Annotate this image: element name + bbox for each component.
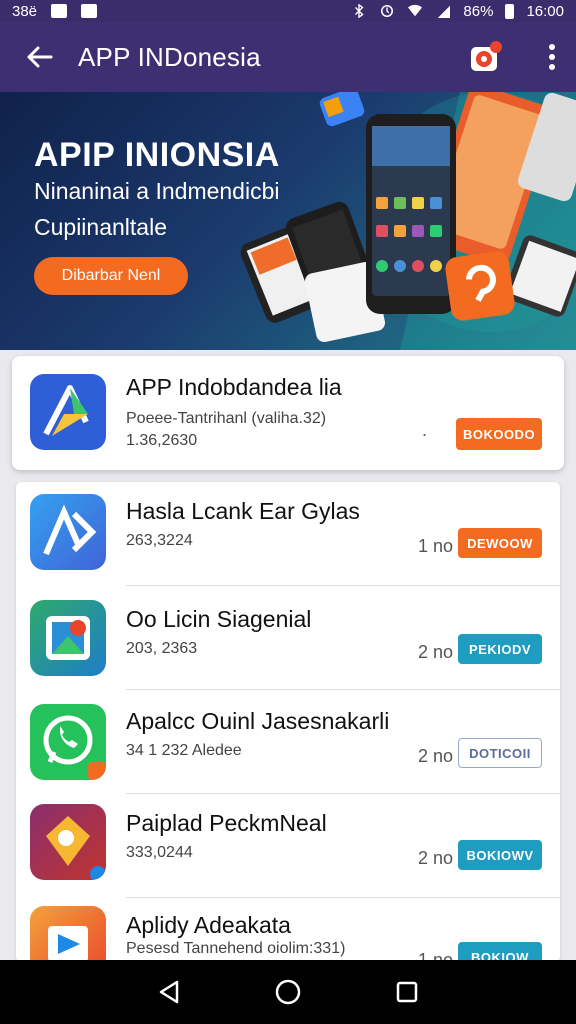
nav-home-button[interactable] (268, 972, 308, 1012)
bluetooth-icon (355, 4, 364, 18)
featured-app-stats: 1.36,2630 (126, 432, 198, 449)
more-vert-icon (549, 44, 555, 70)
app-icon-a (30, 494, 106, 570)
banner-subtitle-2: Cupiinanltale (34, 214, 167, 240)
status-bar: 38ë 86% 16:00 (0, 0, 576, 22)
app-row[interactable]: Paiplad PeckmNeal 333,0244 2 no BOKIOWV (16, 794, 560, 898)
app-name: Hasla Lcank Ear Gylas (126, 498, 360, 524)
wifi-icon (408, 4, 423, 17)
square-recents-icon (396, 981, 417, 1003)
overflow-menu-button[interactable] (528, 22, 576, 92)
featured-app-card[interactable]: APP Indobdandea lia Poeee-Tantrihanl (va… (12, 356, 564, 470)
app-stats: 34 1 232 Aledee (126, 742, 242, 759)
install-button[interactable]: DEWOOW (458, 528, 542, 558)
nav-back-button[interactable] (149, 972, 189, 1012)
app-row[interactable]: Aplidy Adeakata Pesesd Tannehend oiolim:… (16, 896, 560, 962)
featured-app-name: APP Indobdandea lia (126, 374, 342, 400)
system-nav-bar (0, 960, 576, 1024)
app-rank: 1 no (418, 536, 454, 556)
store-button[interactable] (466, 37, 506, 77)
app-rank: 2 no (418, 746, 454, 766)
app-icon-maps (30, 600, 106, 676)
notification-icon (51, 4, 68, 18)
install-button[interactable]: DOTICOII (458, 738, 542, 768)
banner-cta-button[interactable]: Dibarbar Nenl (34, 257, 188, 295)
back-button[interactable] (0, 22, 78, 92)
app-name: Paiplad PeckmNeal (126, 810, 327, 836)
app-stats: Pesesd Tannehend oiolim:331) (126, 940, 346, 957)
battery-percent: 86% (463, 2, 494, 20)
status-left-text: 38ë (12, 2, 38, 20)
app-stats: 333,0244 (126, 844, 193, 861)
triangle-back-icon (160, 980, 179, 1004)
alarm-icon (381, 4, 394, 18)
promo-banner[interactable]: APIP INIONSIA Ninaninai a Indmendicbi Cu… (0, 92, 576, 350)
install-button[interactable]: BOKIOW (458, 942, 542, 962)
app-list-group: Hasla Lcank Ear Gylas 263,3224 1 no DEWO… (16, 482, 560, 962)
circle-home-icon (275, 979, 301, 1005)
install-button[interactable]: BOKIOWV (458, 840, 542, 870)
featured-app-icon (30, 374, 106, 450)
app-name: Apalcc Ouinl Jasesnakarli (126, 708, 390, 734)
notification-icon-2 (81, 4, 98, 18)
app-rank: 2 no (418, 848, 454, 868)
app-icon-pin (30, 804, 106, 880)
phones-illustration (240, 92, 576, 350)
signal-icon (438, 5, 451, 18)
featured-app-rank: . (422, 420, 428, 440)
battery-icon (505, 3, 515, 19)
app-stats: 263,3224 (126, 532, 193, 549)
app-row[interactable]: Oo Licin Siagenial 203, 2363 2 no PEKIOD… (16, 586, 560, 690)
store-bag-icon (471, 41, 502, 71)
app-name: Aplidy Adeakata (126, 912, 291, 938)
install-button[interactable]: PEKIODV (458, 634, 542, 664)
back-arrow-icon (27, 46, 53, 68)
app-rank: 2 no (418, 642, 454, 662)
banner-subtitle: Ninaninai a Indmendicbi (34, 178, 280, 204)
featured-install-button[interactable]: BOKOODO (456, 418, 542, 450)
page-title: APP INDonesia (78, 41, 261, 72)
featured-app-subtitle: Poeee-Tantrihanl (valiha.32) (126, 410, 327, 427)
app-bar: APP INDonesia (0, 22, 576, 92)
nav-recents-button[interactable] (387, 972, 427, 1012)
app-icon-play (30, 906, 106, 962)
app-row[interactable]: Hasla Lcank Ear Gylas 263,3224 1 no DEWO… (16, 482, 560, 586)
banner-title: APIP INIONSIA (34, 136, 280, 174)
app-stats: 203, 2363 (126, 640, 198, 657)
app-name: Oo Licin Siagenial (126, 606, 312, 632)
clock: 16:00 (526, 2, 564, 20)
app-icon-chat (30, 704, 106, 780)
app-row[interactable]: Apalcc Ouinl Jasesnakarli 34 1 232 Alede… (16, 690, 560, 794)
